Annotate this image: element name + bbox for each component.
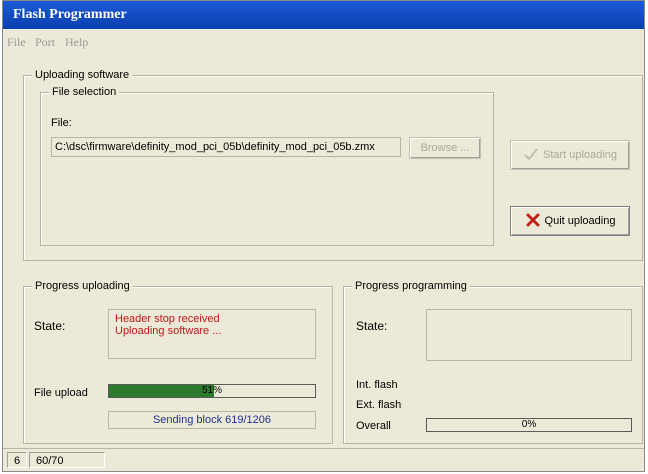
status-bar: 6 60/70 — [3, 448, 644, 471]
progress-uploading-group: Progress uploading State: Header stop re… — [23, 279, 333, 444]
programming-state-box — [426, 309, 632, 361]
quit-uploading-button[interactable]: Quit uploading — [510, 206, 630, 236]
file-selection-group: File selection File: C:\dsc\firmware\def… — [40, 85, 494, 246]
flash-programmer-window: Flash Programmer File Port Help Uploadin… — [2, 0, 645, 472]
file-upload-percent: 51% — [201, 385, 222, 396]
overall-label: Overall — [356, 420, 391, 432]
upload-state-line2: Uploading software ... — [115, 325, 222, 337]
upload-state-label: State: — [34, 319, 66, 333]
browse-label: Browse ... — [420, 142, 470, 154]
browse-button[interactable]: Browse ... — [409, 137, 481, 159]
upload-status-box: Sending block 619/1206 — [108, 411, 316, 429]
ext-flash-label: Ext. flash — [356, 399, 402, 411]
progress-uploading-title: Progress uploading — [32, 279, 133, 293]
uploading-software-group: Uploading software File selection File: … — [23, 68, 643, 261]
uploading-software-title: Uploading software — [32, 68, 133, 82]
check-icon — [523, 146, 539, 165]
file-upload-progress-bar: 51% — [108, 384, 316, 398]
title-bar: Flash Programmer — [3, 1, 644, 29]
menu-bar: File Port Help — [3, 35, 644, 51]
menu-file[interactable]: File — [7, 35, 26, 50]
overall-progress-bar: 0% — [426, 418, 632, 432]
upload-status-text: Sending block 619/1206 — [152, 414, 272, 426]
status-cell-1: 6 — [7, 452, 27, 468]
progress-programming-title: Progress programming — [352, 279, 470, 293]
file-label: File: — [51, 117, 72, 129]
int-flash-label: Int. flash — [356, 379, 398, 391]
overall-percent: 0% — [521, 419, 537, 430]
close-icon — [525, 212, 541, 231]
status-cell-2: 60/70 — [29, 452, 105, 468]
progress-programming-group: Progress programming State: Int. flash E… — [343, 279, 643, 444]
file-selection-title: File selection — [49, 85, 120, 99]
programming-state-label: State: — [356, 319, 388, 333]
upload-state-box: Header stop received Uploading software … — [108, 309, 316, 359]
file-upload-label: File upload — [34, 387, 88, 399]
menu-port[interactable]: Port — [35, 35, 55, 50]
file-path-field[interactable]: C:\dsc\firmware\definity_mod_pci_05b\def… — [51, 137, 401, 157]
quit-uploading-label: Quit uploading — [544, 215, 616, 227]
window-title: Flash Programmer — [13, 7, 127, 22]
start-uploading-button[interactable]: Start uploading — [510, 140, 630, 170]
upload-state-line1: Header stop received — [115, 313, 220, 325]
start-uploading-label: Start uploading — [543, 149, 617, 161]
file-path-value: C:\dsc\firmware\definity_mod_pci_05b\def… — [55, 141, 375, 153]
menu-help[interactable]: Help — [65, 35, 88, 50]
